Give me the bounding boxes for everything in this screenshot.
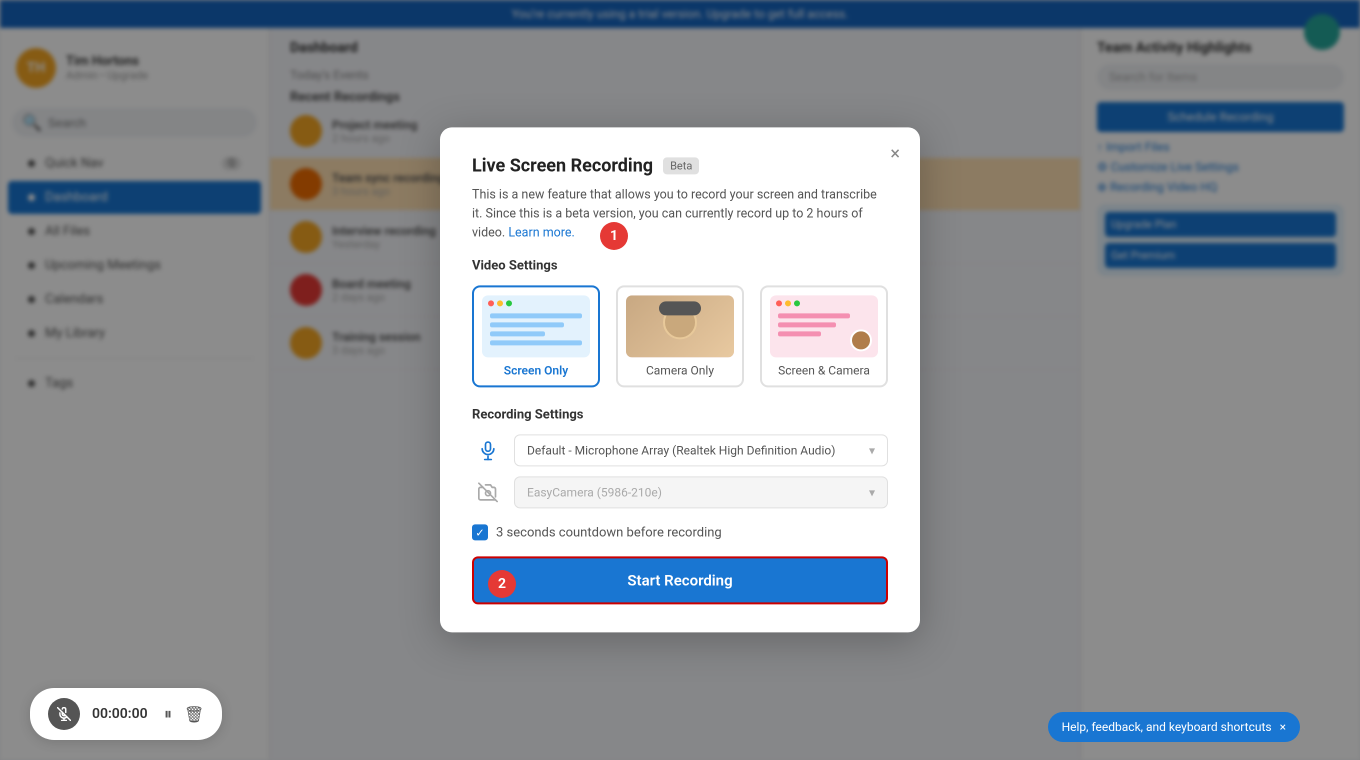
modal-title: Live Screen Recording [472, 155, 653, 176]
pause-button[interactable]: ⏸ [164, 704, 172, 724]
step-1-badge: 1 [600, 222, 628, 250]
screen-camera-preview [770, 296, 878, 358]
recording-timer: 00:00:00 [92, 706, 152, 722]
video-settings-label: Video Settings [472, 259, 888, 274]
help-feedback-bar: Help, feedback, and keyboard shortcuts × [1048, 712, 1300, 742]
modal-close-button[interactable]: × [890, 145, 900, 163]
chevron-down-icon: ▾ [869, 444, 875, 458]
small-cam-overlay [850, 330, 872, 352]
microphone-row: Default - Microphone Array (Realtek High… [472, 435, 888, 467]
video-options-group: Screen Only Camera Only [472, 286, 888, 388]
delete-button[interactable]: 🗑 [184, 705, 204, 724]
help-close-button[interactable]: × [1280, 720, 1286, 734]
video-option-screen-camera[interactable]: Screen & Camera [760, 286, 888, 388]
recording-settings: Default - Microphone Array (Realtek High… [472, 435, 888, 509]
recording-settings-label: Recording Settings [472, 408, 888, 423]
dot-yellow [497, 301, 503, 307]
modal-description: This is a new feature that allows you to… [472, 186, 888, 242]
chevron-down-icon: ▾ [869, 486, 875, 500]
camera-only-label: Camera Only [626, 364, 734, 378]
mic-mute-button[interactable] [48, 698, 80, 730]
dot-red [488, 301, 494, 307]
camera-off-icon [472, 477, 504, 509]
start-recording-button[interactable]: Start Recording [472, 557, 888, 605]
dot-green [506, 301, 512, 307]
live-screen-recording-modal: × Live Screen Recording Beta This is a n… [440, 127, 920, 632]
camera-row: EasyCamera (5986-210e) ▾ [472, 477, 888, 509]
countdown-checkbox-row: ✓ 3 seconds countdown before recording [472, 525, 888, 541]
modal-header: Live Screen Recording Beta [472, 155, 888, 176]
learn-more-link[interactable]: Learn more. [508, 225, 575, 240]
countdown-label: 3 seconds countdown before recording [496, 525, 722, 540]
microphone-select[interactable]: Default - Microphone Array (Realtek High… [514, 435, 888, 467]
screen-camera-label: Screen & Camera [770, 364, 878, 378]
microphone-icon [472, 435, 504, 467]
video-option-camera-only[interactable]: Camera Only [616, 286, 744, 388]
video-option-screen-only[interactable]: Screen Only [472, 286, 600, 388]
step-2-badge: 2 [488, 570, 516, 598]
camera-only-preview [626, 296, 734, 358]
bottom-recording-bar: 00:00:00 ⏸ 🗑 [30, 688, 222, 740]
countdown-checkbox[interactable]: ✓ [472, 525, 488, 541]
help-text: Help, feedback, and keyboard shortcuts [1062, 720, 1272, 734]
screen-only-label: Screen Only [482, 364, 590, 378]
screen-only-preview [482, 296, 590, 358]
camera-select[interactable]: EasyCamera (5986-210e) ▾ [514, 477, 888, 509]
modal-beta-badge: Beta [663, 157, 699, 174]
